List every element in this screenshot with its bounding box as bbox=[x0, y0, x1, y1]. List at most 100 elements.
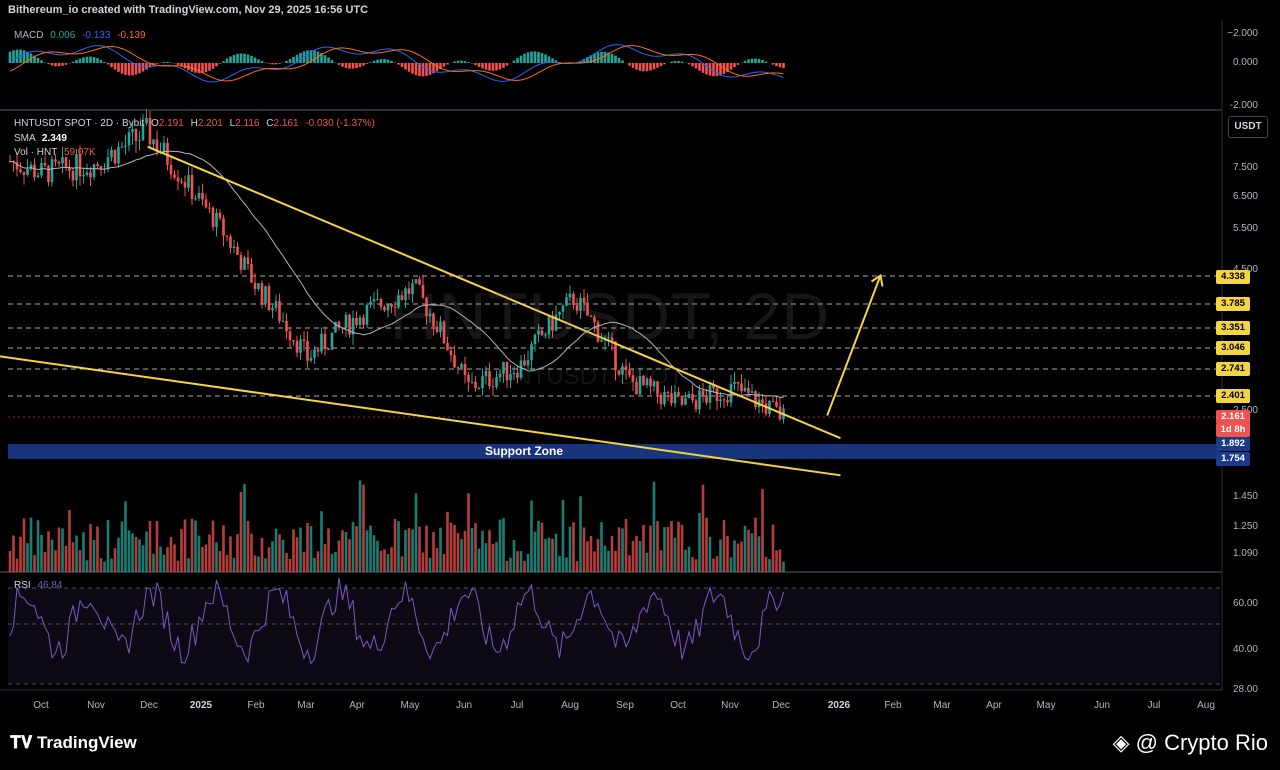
macd-histogram-bar bbox=[327, 57, 330, 63]
candle bbox=[64, 157, 68, 168]
candle bbox=[113, 149, 117, 164]
candle bbox=[365, 304, 369, 325]
created-by-header: Bithereum_io created with TradingView.co… bbox=[8, 4, 369, 16]
candle bbox=[379, 298, 383, 307]
sma-legend[interactable]: SMA 2.349 bbox=[14, 133, 67, 144]
volume-bar bbox=[75, 535, 78, 572]
candle bbox=[736, 381, 740, 384]
volume-bar bbox=[309, 526, 313, 572]
candle bbox=[754, 391, 757, 408]
rsi-value: 46.84 bbox=[37, 580, 63, 591]
support-zone-label: Support Zone bbox=[485, 444, 563, 458]
macd-histogram-bar bbox=[764, 61, 768, 63]
currency-button[interactable]: USDT bbox=[1228, 116, 1268, 138]
x-tick: 2026 bbox=[827, 700, 851, 711]
volume-bar bbox=[187, 558, 190, 572]
volume-bar bbox=[512, 540, 516, 572]
macd-histogram-bar bbox=[365, 63, 369, 64]
macd-histogram-bar bbox=[99, 59, 103, 63]
candle bbox=[138, 140, 141, 142]
volume-bar bbox=[421, 552, 425, 572]
macd-histogram-bar bbox=[383, 59, 386, 63]
volume-bar bbox=[260, 538, 264, 572]
candle bbox=[376, 298, 379, 300]
ohlc-legend[interactable]: HNTUSDT SPOT · 2D · Bybit O2.191 H2.201 … bbox=[14, 118, 375, 129]
volume-bar bbox=[526, 554, 530, 572]
macd-histogram-bar bbox=[614, 55, 617, 63]
macd-histogram-bar bbox=[659, 63, 663, 66]
volume-bar bbox=[666, 527, 670, 572]
candle bbox=[120, 146, 124, 148]
candle bbox=[134, 129, 138, 141]
macd-histogram-bar bbox=[194, 63, 197, 73]
volume-bar bbox=[386, 554, 390, 572]
macd-histogram-bar bbox=[362, 63, 365, 66]
x-tick: Mar bbox=[933, 700, 951, 711]
candle bbox=[302, 339, 306, 342]
volume-bar bbox=[204, 544, 208, 572]
macd-histogram-bar bbox=[36, 57, 40, 63]
volume-bar bbox=[117, 537, 120, 572]
macd-histogram-bar bbox=[775, 63, 778, 67]
volume-bar bbox=[134, 537, 138, 572]
macd-histogram-bar bbox=[505, 63, 509, 66]
volume-bar bbox=[768, 559, 771, 572]
volume-bar bbox=[253, 555, 257, 572]
macd-histogram-bar bbox=[456, 60, 460, 63]
macd-histogram-bar bbox=[211, 63, 215, 69]
macd-histogram-bar bbox=[750, 58, 754, 63]
macd-histogram-bar bbox=[40, 60, 43, 63]
macd-histogram-bar bbox=[169, 62, 173, 63]
volume-bar bbox=[568, 526, 572, 572]
candle bbox=[89, 172, 92, 178]
volume-bar bbox=[442, 553, 446, 572]
candle bbox=[771, 401, 775, 403]
tradingview-logo[interactable]: 𝐓𝐕 TradingView bbox=[10, 733, 137, 753]
macd-histogram-bar bbox=[593, 53, 596, 63]
volume-bar bbox=[124, 501, 127, 572]
open-label: O bbox=[151, 118, 159, 129]
volume-bar bbox=[733, 540, 736, 572]
macd-histogram-bar bbox=[271, 63, 274, 65]
volume-bar bbox=[694, 559, 698, 572]
candle bbox=[204, 199, 208, 208]
candle bbox=[33, 164, 36, 178]
rsi-legend[interactable]: RSI 46.84 bbox=[14, 580, 62, 591]
candle bbox=[190, 174, 194, 199]
volume-bar bbox=[19, 536, 22, 572]
macd-histogram-bar bbox=[379, 59, 383, 63]
macd-histogram-bar bbox=[495, 63, 498, 71]
volume-legend[interactable]: Vol · HNT 59.07K bbox=[14, 147, 96, 158]
macd-histogram-bar bbox=[243, 53, 246, 63]
candle bbox=[250, 263, 253, 283]
candle bbox=[484, 370, 488, 377]
volume-bar bbox=[603, 545, 607, 572]
macd-histogram-bar bbox=[621, 60, 624, 63]
volume-bar bbox=[754, 517, 757, 572]
candle bbox=[222, 218, 225, 236]
volume-bar bbox=[169, 537, 173, 572]
candle bbox=[85, 172, 89, 175]
macd-histogram-bar bbox=[691, 63, 694, 67]
volume-bar bbox=[404, 529, 407, 572]
volume-bar bbox=[383, 549, 386, 572]
macd-histogram-bar bbox=[75, 60, 78, 63]
macd-histogram-bar bbox=[222, 61, 225, 63]
support-zone bbox=[8, 444, 1220, 459]
candle bbox=[197, 192, 201, 199]
x-tick: Sep bbox=[616, 700, 634, 711]
volume-value: 59.07K bbox=[63, 147, 96, 158]
volume-bar bbox=[701, 484, 705, 572]
candle bbox=[677, 391, 680, 396]
volume-bar bbox=[54, 550, 57, 572]
volume-bar bbox=[337, 540, 341, 572]
candle bbox=[456, 367, 460, 369]
volume-bar bbox=[103, 561, 106, 572]
volume-bar bbox=[600, 522, 603, 572]
candle bbox=[271, 307, 274, 311]
macd-histogram-bar bbox=[502, 63, 505, 68]
volume-bar bbox=[232, 557, 236, 572]
macd-legend[interactable]: MACD 0.006 -0.133 -0.139 bbox=[14, 30, 146, 41]
candle bbox=[463, 364, 467, 376]
current-price-label: 2.161 bbox=[1216, 410, 1250, 424]
